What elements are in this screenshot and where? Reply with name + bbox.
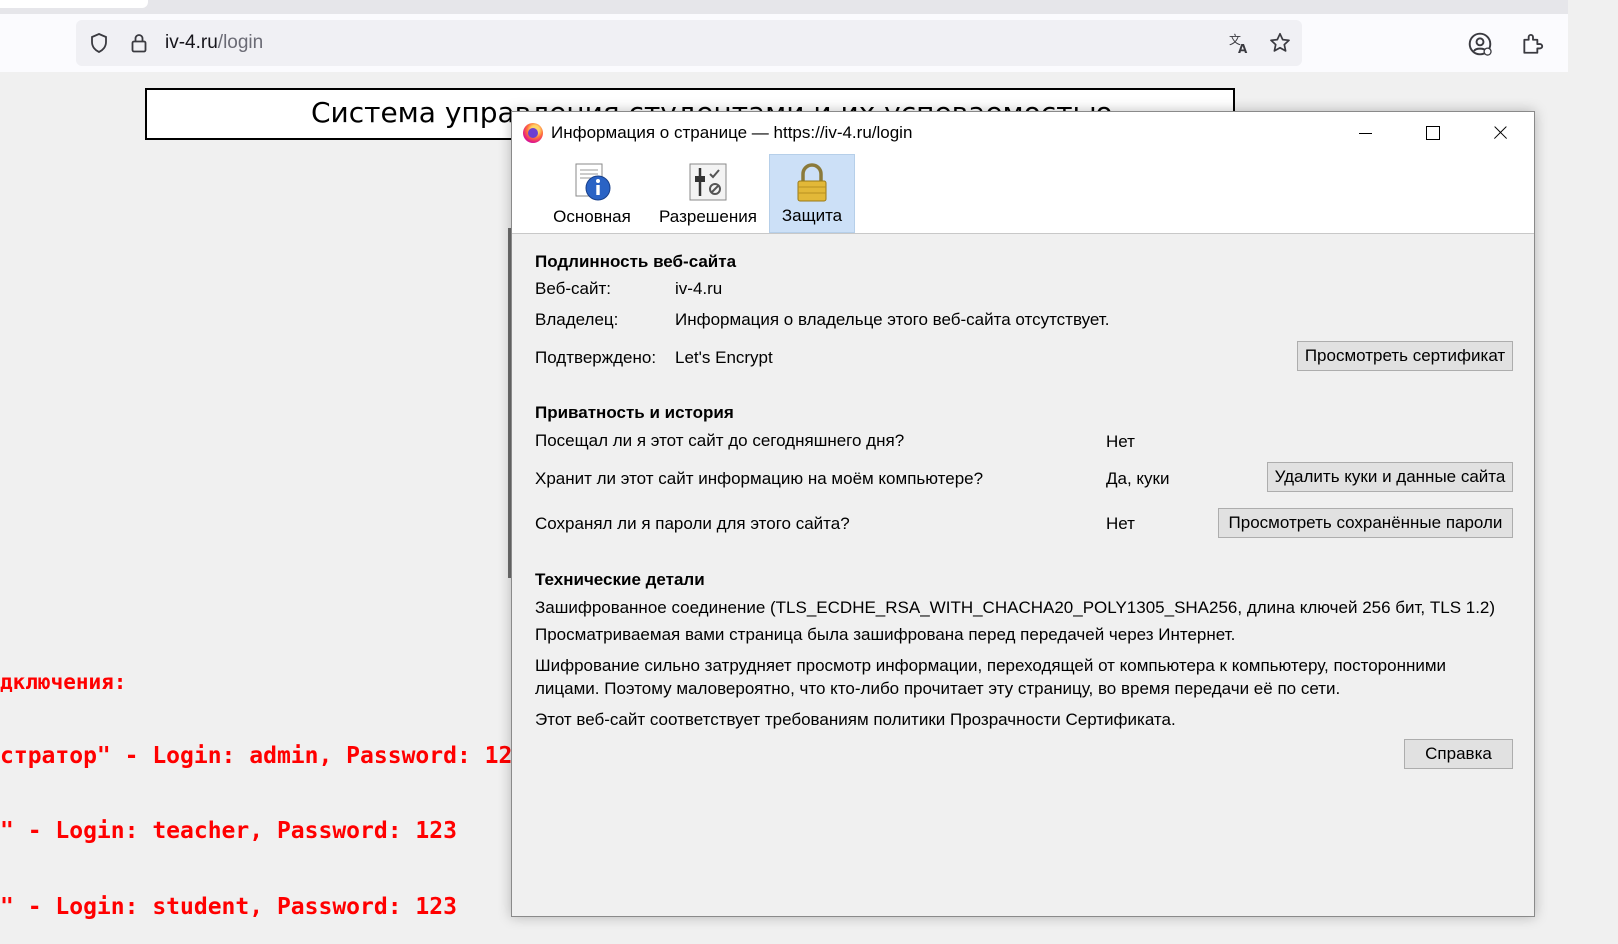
- login-info-teacher: " - Login: teacher, Password: 123: [0, 818, 457, 844]
- extensions-icon[interactable]: [1520, 30, 1546, 56]
- security-panel: Подлинность веб-сайта Веб-сайт: iv-4.ru …: [512, 234, 1534, 916]
- tab-security[interactable]: Защита: [769, 154, 855, 233]
- technical-ct-note: Этот веб-сайт соответствует требованиям …: [535, 710, 1176, 729]
- passwords-answer: Нет: [1106, 514, 1135, 533]
- active-tab-edge[interactable]: [0, 0, 148, 8]
- shield-icon[interactable]: [87, 31, 111, 55]
- passwords-question: Сохранял ли я пароли для этого сайта?: [535, 514, 850, 533]
- view-certificate-button[interactable]: Просмотреть сертификат: [1297, 341, 1513, 371]
- login-info-student: " - Login: student, Password: 123: [0, 894, 457, 920]
- technical-encrypted-note: Просматриваемая вами страница была зашиф…: [535, 625, 1236, 644]
- tab-general[interactable]: Основная: [546, 154, 638, 233]
- dialog-title: Информация о странице — https://iv-4.ru/…: [551, 123, 913, 142]
- view-saved-passwords-button[interactable]: Просмотреть сохранённые пароли: [1218, 508, 1513, 538]
- bookmark-star-icon[interactable]: [1268, 31, 1292, 55]
- url-host: iv-4.ru: [165, 32, 218, 53]
- website-value: iv-4.ru: [675, 279, 723, 298]
- url-text[interactable]: iv-4.ru/login: [165, 32, 263, 54]
- verified-label: Подтверждено:: [535, 348, 657, 367]
- technical-connection: Зашифрованное соединение (TLS_ECDHE_RSA_…: [535, 598, 1496, 617]
- lock-icon[interactable]: [127, 31, 151, 55]
- website-label: Веб-сайт:: [535, 279, 611, 298]
- info-icon: [575, 163, 611, 201]
- page-info-dialog: Информация о странице — https://iv-4.ru/…: [511, 111, 1535, 917]
- maximize-button[interactable]: [1399, 112, 1465, 154]
- privacy-heading: Приватность и история: [535, 403, 734, 422]
- translate-icon[interactable]: 文 A: [1227, 31, 1251, 55]
- svg-text:A: A: [1238, 42, 1248, 55]
- help-button[interactable]: Справка: [1404, 739, 1513, 769]
- owner-value: Информация о владельце этого веб-сайта о…: [675, 310, 1110, 329]
- stored-answer: Да, куки: [1106, 469, 1170, 488]
- tab-security-label: Защита: [781, 206, 843, 225]
- firefox-logo-icon: [523, 123, 543, 143]
- dialog-titlebar[interactable]: Информация о странице — https://iv-4.ru/…: [512, 112, 1534, 154]
- address-bar[interactable]: iv-4.ru/login 文 A: [76, 20, 1302, 66]
- owner-label: Владелец:: [535, 310, 619, 329]
- tab-general-label: Основная: [553, 207, 631, 226]
- identity-heading: Подлинность веб-сайта: [535, 252, 737, 271]
- technical-heading: Технические детали: [535, 570, 705, 589]
- stored-question: Хранит ли этот сайт информацию на моём к…: [535, 469, 984, 488]
- permissions-icon: [689, 163, 727, 201]
- visited-answer: Нет: [1106, 432, 1135, 451]
- minimize-button[interactable]: [1332, 112, 1398, 154]
- tab-permissions-label: Разрешения: [659, 207, 757, 226]
- browser-toolbar: iv-4.ru/login 文 A: [0, 14, 1568, 73]
- clear-cookies-button[interactable]: Удалить куки и данные сайта: [1267, 462, 1513, 492]
- verified-value: Let's Encrypt: [675, 348, 773, 367]
- tab-strip: [0, 0, 1568, 14]
- technical-explanation-2: лицами. Поэтому маловероятно, что кто-ли…: [535, 679, 1341, 698]
- padlock-icon: [797, 163, 827, 202]
- visited-question: Посещал ли я этот сайт до сегодняшнего д…: [535, 431, 905, 450]
- login-info-heading: дключения:: [0, 670, 127, 694]
- tab-permissions[interactable]: Разрешения: [655, 154, 761, 233]
- url-path: /login: [217, 32, 264, 53]
- login-info-admin: стратор" - Login: admin, Password: 123: [0, 743, 527, 769]
- close-button[interactable]: [1467, 112, 1533, 154]
- dialog-tabs: Основная Разрешения Защита: [512, 154, 1534, 234]
- technical-explanation-1: Шифрование сильно затрудняет просмотр ин…: [535, 656, 1447, 675]
- account-icon[interactable]: [1467, 31, 1493, 57]
